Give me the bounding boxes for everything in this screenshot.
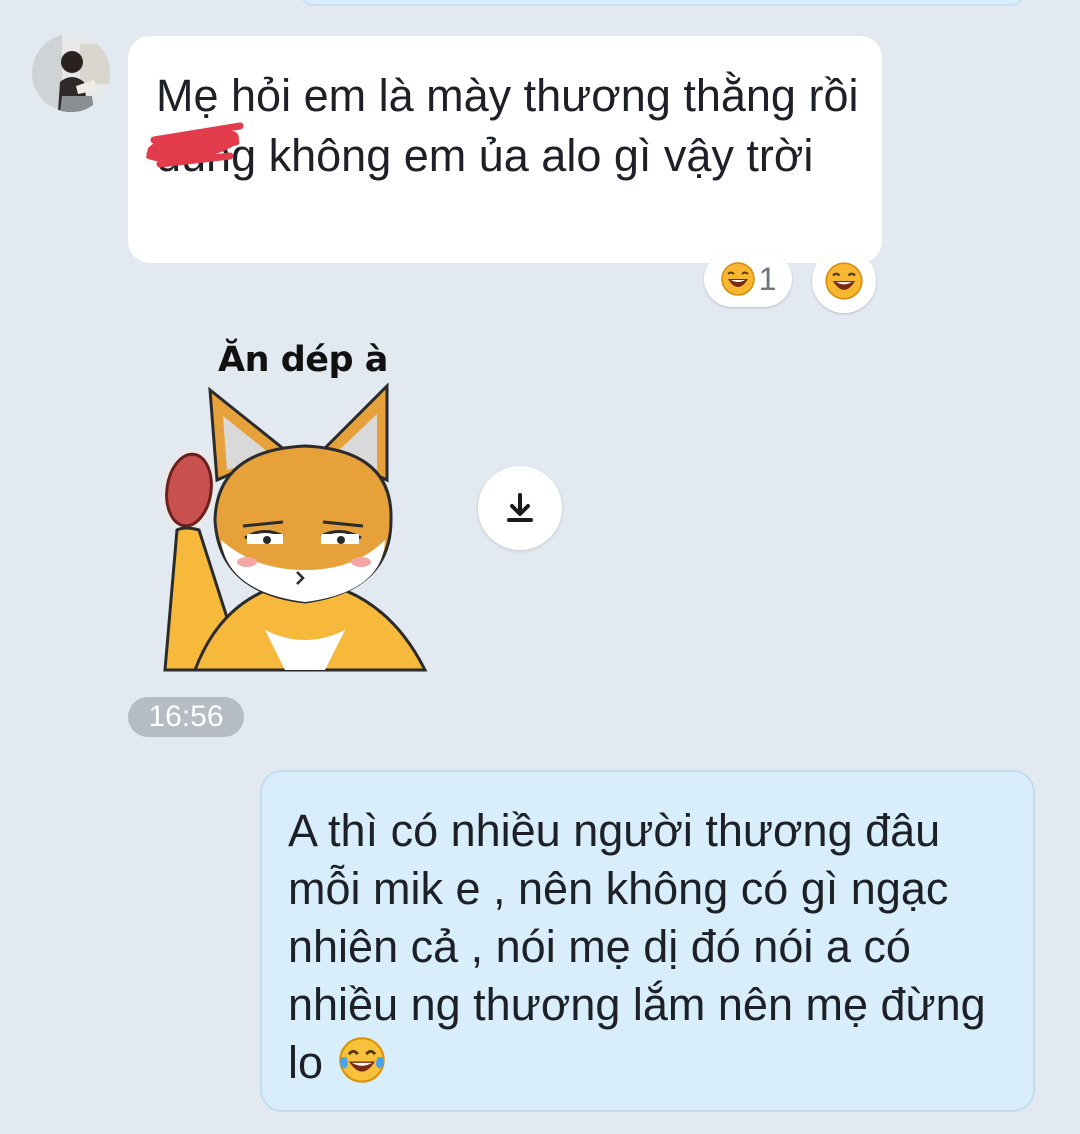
outgoing-message-bubble[interactable]: A thì có nhiều người thương đâu mỗi mik … [260,770,1035,1112]
fox-sticker[interactable] [155,330,445,680]
sender-avatar[interactable] [32,34,110,112]
add-reaction-button[interactable] [812,249,876,313]
tears-of-joy-icon [338,1037,385,1083]
slipper-icon [160,448,218,532]
previous-message-bubble-edge [300,0,1024,6]
avatar-photo [32,34,110,112]
reaction-count: 1 [758,260,777,297]
laughing-face-icon [825,262,863,300]
incoming-message-text: Mẹ hỏi em là mày thương thằng rồi đúng k… [156,70,859,181]
sticker-caption: Ăn dép à [218,340,388,380]
redaction-scribble [146,122,244,168]
outgoing-message-text: A thì có nhiều người thương đâu mỗi mik … [288,805,986,1088]
timestamp-badge: 16:56 [128,697,244,737]
laughing-face-icon [720,262,755,296]
download-sticker-button[interactable] [478,466,562,550]
download-icon [507,493,533,522]
reaction-count-pill[interactable]: 1 [704,251,792,307]
